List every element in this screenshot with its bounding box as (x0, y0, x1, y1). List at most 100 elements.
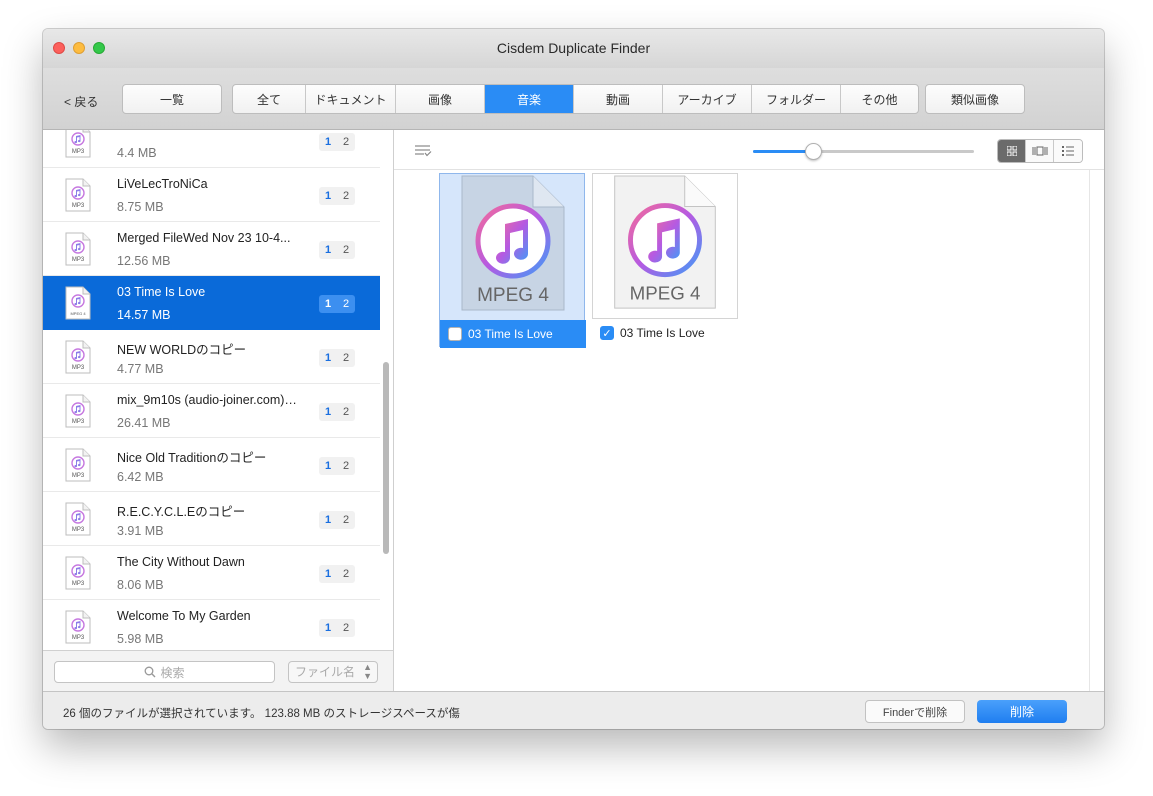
list-item[interactable]: MP3 mix_9m10s (audio-joiner.com)… 26.41 MB… (43, 384, 380, 438)
duplicate-count-badge: 12 (319, 403, 355, 421)
file-name: R.E.C.Y.C.L.Eのコピー (117, 505, 246, 519)
search-input[interactable]: 検索 (54, 661, 275, 683)
zoom-slider-knob[interactable] (804, 143, 822, 160)
file-name: Welcome To My Garden (117, 609, 251, 623)
count-a: 1 (324, 244, 332, 256)
search-icon (145, 666, 156, 678)
toolbar: < 戻る 一覧 全て ドキュメント 画像 音楽 動画 アーカイブ フォルダー そ… (43, 68, 1104, 130)
selection-summary: 26 個のファイルが選択されています。 123.88 MB のストレージスペース… (63, 708, 460, 720)
file-size: 6.42 MB (117, 470, 164, 484)
count-a: 1 (324, 514, 332, 526)
duplicate-count-badge: 12 (319, 511, 355, 529)
svg-text:MP3: MP3 (72, 257, 85, 263)
list-item[interactable]: MP3 The City Without Dawn 8.06 MB 1 2 (43, 546, 380, 600)
file-name: The City Without Dawn (117, 555, 245, 569)
list-item[interactable]: MP3 LiVeLecTroNiCa 8.75 MB 1 2 (43, 168, 380, 222)
zoom-slider[interactable] (753, 150, 974, 153)
music-file-icon: MP3 (65, 556, 91, 590)
tab-all[interactable]: 全て (233, 85, 306, 113)
count-a: 1 (324, 190, 332, 202)
list-item[interactable]: MP3 4.4 MB 1 2 (43, 130, 380, 168)
count-b: 2 (342, 460, 350, 472)
file-size: 8.06 MB (117, 578, 164, 592)
duplicate-count-badge: 12 (319, 565, 355, 583)
count-b: 2 (342, 244, 350, 256)
file-name: Nice Old Traditionのコピー (117, 451, 267, 465)
file-thumbnail: MPEG 4 (592, 173, 738, 319)
svg-text:MPEG 4: MPEG 4 (477, 285, 549, 306)
svg-text:MP3: MP3 (72, 581, 85, 587)
duplicate-count-badge: 12 (319, 133, 355, 151)
title-bar: Cisdem Duplicate Finder (43, 29, 1104, 68)
music-file-icon: MP3 (65, 394, 91, 428)
list-item[interactable]: MP3 R.E.C.Y.C.L.Eのコピー 3.91 MB 1 2 (43, 492, 380, 546)
card-file-name: 03 Time Is Love (468, 327, 553, 341)
list-toggle-icon[interactable] (414, 144, 432, 161)
file-size: 12.56 MB (117, 254, 171, 268)
music-file-icon: MPEG 4 (614, 175, 716, 309)
chevron-up-down-icon: ▲ ▼ (363, 662, 372, 681)
preview-divider (1089, 170, 1090, 691)
tab-images[interactable]: 画像 (396, 85, 485, 113)
file-size: 14.57 MB (117, 308, 171, 322)
svg-text:MP3: MP3 (72, 473, 85, 479)
count-a: 1 (324, 352, 332, 364)
zoom-slider-fill (753, 150, 813, 153)
count-a: 1 (324, 136, 332, 148)
svg-text:MP3: MP3 (72, 149, 85, 155)
svg-text:MP3: MP3 (72, 527, 85, 533)
tab-other[interactable]: その他 (841, 85, 918, 113)
sidebar-scrollbar[interactable] (383, 362, 389, 554)
music-file-icon: MP3 (65, 232, 91, 266)
tab-videos[interactable]: 動画 (574, 85, 663, 113)
list-item[interactable]: MP3 NEW WORLDのコピー 4.77 MB 1 2 (43, 330, 380, 384)
svg-text:MP3: MP3 (72, 203, 85, 209)
list-view-icon[interactable] (1054, 140, 1082, 162)
duplicate-count-badge: 12 (319, 187, 355, 205)
tab-music[interactable]: 音楽 (485, 85, 574, 113)
svg-text:MPEG 4: MPEG 4 (630, 282, 701, 303)
tab-archives[interactable]: アーカイブ (663, 85, 752, 113)
count-b: 2 (342, 622, 350, 634)
music-file-icon: MP3 (65, 448, 91, 482)
back-button[interactable]: < 戻る (64, 93, 98, 110)
svg-text:MP3: MP3 (72, 635, 85, 641)
grid-view-icon[interactable] (998, 140, 1026, 162)
card-label: ✓ 03 Time Is Love (592, 319, 738, 347)
sort-select[interactable]: ファイル名 ▲ ▼ (288, 661, 378, 683)
file-size: 3.91 MB (117, 524, 164, 538)
similar-images-button[interactable]: 類似画像 (925, 84, 1025, 114)
duplicate-count-badge: 12 (319, 349, 355, 367)
keep-checkbox[interactable] (448, 327, 462, 341)
window-title: Cisdem Duplicate Finder (496, 40, 651, 56)
list-item[interactable]: MP3 Nice Old Traditionのコピー 6.42 MB 1 2 (43, 438, 380, 492)
keep-checkbox-checked[interactable]: ✓ (600, 326, 614, 340)
duplicate-card[interactable]: MPEG 4 ✓ 03 Time Is Love (592, 173, 738, 347)
file-size: 4.77 MB (117, 362, 164, 376)
file-name: LiVeLecTroNiCa (117, 177, 208, 191)
file-name: mix_9m10s (audio-joiner.com)… (117, 393, 297, 407)
list-item[interactable]: MPEG 4 03 Time Is Love 14.57 MB 1 2 (43, 276, 380, 330)
duplicate-count-badge: 12 (319, 241, 355, 259)
list-item[interactable]: MP3 Merged FileWed Nov 23 10-4... 12.56 MB… (43, 222, 380, 276)
delete-in-finder-button[interactable]: Finderで削除 (865, 700, 965, 723)
category-tabs: 全て ドキュメント 画像 音楽 動画 アーカイブ フォルダー その他 (232, 84, 919, 114)
count-a: 1 (324, 406, 332, 418)
svg-text:MP3: MP3 (72, 419, 85, 425)
duplicate-card[interactable]: MPEG 4 03 Time Is Love (439, 173, 586, 348)
overview-button[interactable]: 一覧 (122, 84, 222, 114)
file-size: 4.4 MB (117, 146, 157, 160)
preview-pane: MPEG 4 03 Time Is Love MPEG 4 ✓ 03 Time … (394, 130, 1104, 691)
file-size: 26.41 MB (117, 416, 171, 430)
music-file-icon: MPEG 4 (65, 286, 91, 320)
tab-documents[interactable]: ドキュメント (306, 85, 396, 113)
music-file-icon: MP3 (65, 178, 91, 212)
tab-folders[interactable]: フォルダー (752, 85, 841, 113)
sort-label: ファイル名 (295, 665, 356, 679)
count-b: 2 (342, 352, 350, 364)
file-size: 8.75 MB (117, 200, 164, 214)
duplicate-count-badge: 12 (319, 457, 355, 475)
delete-button[interactable]: 削除 (977, 700, 1067, 723)
list-item[interactable]: MP3 Welcome To My Garden 5.98 MB 1 2 (43, 600, 380, 650)
carousel-view-icon[interactable] (1026, 140, 1054, 162)
